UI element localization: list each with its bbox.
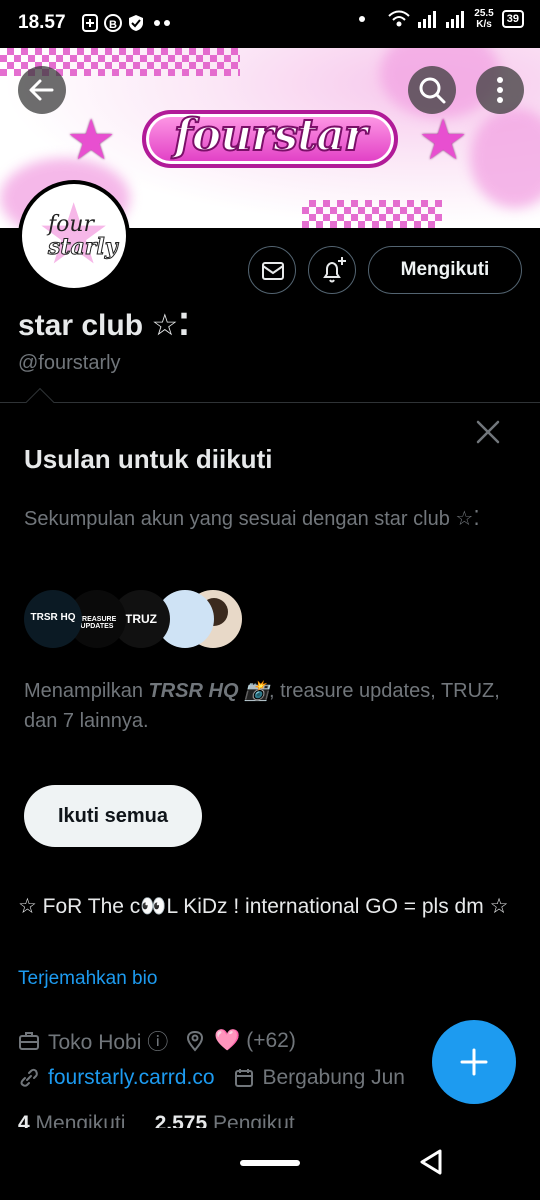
divider	[0, 402, 540, 403]
profile-bio: ☆ FoR The c👀L KiDz ! international GO = …	[18, 895, 509, 918]
profile-handle: @fourstarly	[18, 352, 121, 374]
back-button[interactable]	[18, 66, 66, 114]
profile-category[interactable]: Toko Hobi ⓘ	[48, 1026, 168, 1056]
status-bar: 18.57 B 25.5 K/s 39	[0, 0, 540, 48]
banner-logo: fourstar	[173, 109, 368, 162]
star-icon-2: ★	[418, 108, 469, 171]
translate-bio-link[interactable]: Terjemahkan bio	[18, 968, 157, 990]
location-pin-icon	[187, 1030, 204, 1052]
follow-all-button[interactable]: Ikuti semua	[24, 785, 202, 847]
calendar-icon	[234, 1069, 253, 1087]
compose-fab-button[interactable]	[432, 1020, 516, 1104]
briefcase-icon	[19, 1032, 39, 1050]
home-gesture-pill[interactable]	[240, 1160, 300, 1166]
svg-text:B: B	[109, 19, 117, 31]
profile-meta-row-2: fourstarly.carrd.co Bergabung Jun	[18, 1066, 405, 1090]
status-time: 18.57	[18, 12, 66, 33]
suggestions-title: Usulan untuk diikuti	[24, 444, 273, 474]
banner-checker-pattern-2	[302, 200, 442, 228]
suggested-avatar: TRSR HQ	[24, 590, 82, 648]
battery-indicator: 39	[501, 10, 524, 28]
profile-meta-row-1: Toko Hobi ⓘ 🩷 (+62)	[18, 1026, 296, 1056]
suggestion-pointer	[25, 387, 55, 417]
shield-check-icon	[129, 15, 143, 31]
suggested-avatars[interactable]: TRSR HQ TREASURE UPDATES TRUZ	[24, 590, 244, 648]
search-button[interactable]	[408, 66, 456, 114]
signal-icon-2	[446, 11, 465, 28]
search-icon	[419, 77, 446, 104]
bell-plus-icon	[323, 257, 346, 283]
dot-icon	[359, 16, 366, 22]
envelope-icon	[262, 262, 284, 280]
plus-icon	[460, 1048, 488, 1076]
star-icon: ★	[66, 108, 117, 171]
avatar-image: ★ four starly	[22, 184, 126, 288]
network-speed: 25.5 K/s	[474, 8, 494, 30]
following-button[interactable]: Mengikuti	[368, 246, 522, 294]
system-nav-bar	[0, 1128, 540, 1200]
profile-website-link[interactable]: fourstarly.carrd.co	[48, 1066, 215, 1090]
signal-icon	[418, 11, 437, 28]
plus-square-icon	[82, 14, 98, 32]
suggestions-description: Sekumpulan akun yang sesuai dengan star …	[24, 508, 480, 530]
avatar-text-bottom: starly	[48, 234, 119, 261]
avatar[interactable]: ★ four starly	[18, 180, 130, 292]
arrow-left-icon	[29, 79, 54, 101]
banner-decoration-2	[470, 108, 540, 208]
more-dots-icon	[154, 20, 170, 26]
more-vertical-icon	[497, 77, 503, 103]
more-options-button[interactable]	[476, 66, 524, 114]
notification-button[interactable]	[308, 246, 356, 294]
triangle-back-icon[interactable]	[418, 1148, 444, 1176]
profile-joined-date: Bergabung Jun	[262, 1066, 405, 1089]
wifi-icon	[388, 10, 410, 27]
profile-location: 🩷 (+62)	[214, 1029, 296, 1052]
suggestions-summary: Menampilkan TRSR HQ 📸, treasure updates,…	[24, 680, 500, 732]
close-icon[interactable]	[474, 418, 502, 446]
profile-name: star club ☆⁚	[18, 309, 190, 342]
message-button[interactable]	[248, 246, 296, 294]
link-icon	[20, 1068, 38, 1087]
b-circle-icon: B	[104, 14, 122, 32]
